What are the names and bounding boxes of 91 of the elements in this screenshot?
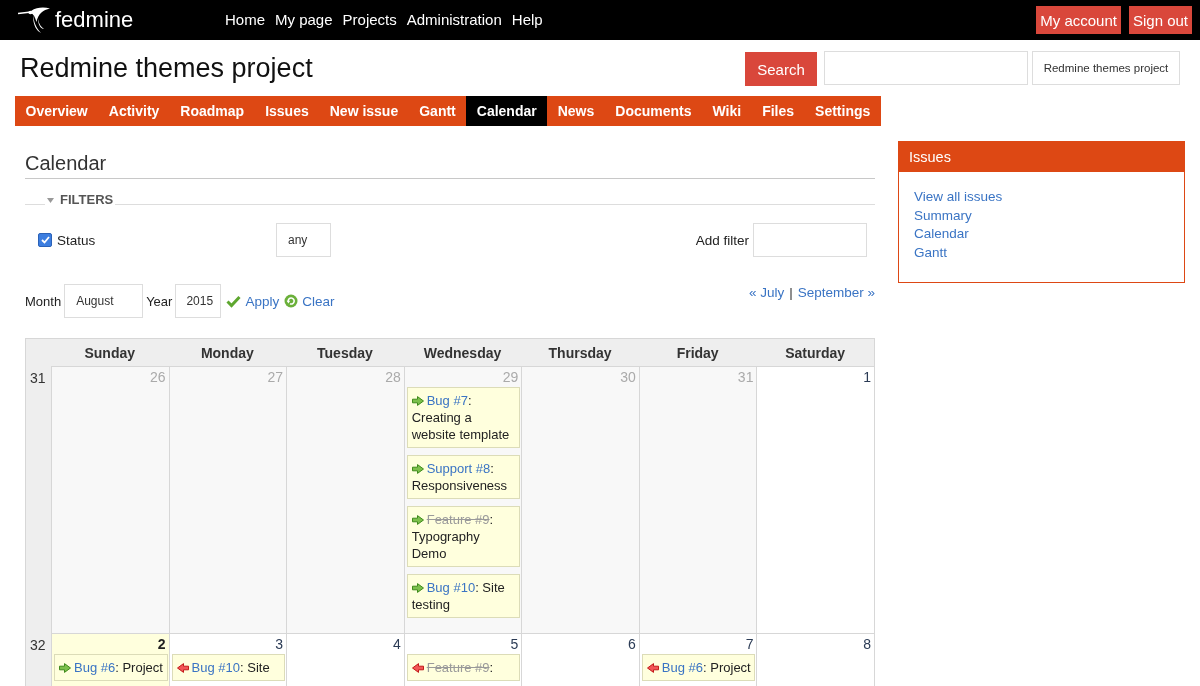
clear-link[interactable]: Clear: [284, 293, 335, 309]
project-tab[interactable]: Activity: [98, 96, 170, 126]
check-icon: [226, 294, 242, 308]
weekday-header: Saturday: [784, 343, 847, 363]
add-filter-select[interactable]: [753, 223, 867, 257]
top-menu-link[interactable]: My page: [275, 10, 333, 30]
page-heading: Calendar: [25, 151, 875, 179]
top-menu-link[interactable]: Home: [225, 10, 265, 30]
project-tab[interactable]: Files: [751, 96, 805, 126]
issue-link[interactable]: Bug #7: [426, 393, 468, 408]
right-arrow-icon: [59, 663, 71, 673]
project-jump-select[interactable]: Redmine themes project: [1032, 51, 1180, 85]
day-number: 31: [737, 369, 754, 385]
issue-text: Bug #6: Project: [59, 660, 163, 675]
month-label: Month: [25, 293, 62, 309]
project-title: Redmine themes project: [20, 52, 313, 84]
next-month-link[interactable]: September »: [797, 285, 875, 300]
filter-label: Status: [57, 232, 96, 248]
weekday-header: Thursday: [547, 343, 613, 363]
issue-text: Bug #7: Creating a website template: [411, 393, 510, 442]
day-number: 26: [150, 369, 166, 385]
right-arrow-icon: [411, 464, 424, 474]
sidebar-link[interactable]: Calendar: [914, 225, 969, 244]
day-number: 6: [628, 636, 636, 652]
operator-select[interactable]: any: [276, 223, 331, 257]
day-number: 1: [863, 369, 871, 385]
day-number: 27: [267, 369, 284, 385]
issue-text: Bug #10: Site testing: [411, 580, 505, 612]
month-select[interactable]: August: [64, 284, 144, 318]
weekday-header: Tuesday: [316, 343, 374, 363]
project-tab[interactable]: Wiki: [702, 96, 752, 126]
day-number: 2: [157, 636, 166, 652]
day-number: 8: [863, 636, 871, 652]
left-arrow-icon: [646, 663, 659, 673]
sidebar-link[interactable]: Summary: [914, 206, 972, 225]
issue-text: Bug #6: Project: [646, 660, 751, 675]
weekday-header: Monday: [199, 343, 255, 363]
issue-text: Feature #9:: [411, 660, 494, 675]
add-filter-label: Add filter: [695, 232, 749, 248]
header-button[interactable]: Sign out: [1128, 6, 1192, 34]
sidebar-heading: Issues: [899, 142, 1184, 172]
year-field[interactable]: 2015: [175, 284, 222, 318]
left-arrow-icon: [411, 663, 424, 673]
top-menu-link[interactable]: Administration: [406, 10, 502, 30]
refresh-icon: [284, 294, 299, 308]
weekday-header: Wednesday: [422, 343, 503, 363]
project-tab[interactable]: Documents: [604, 96, 702, 126]
day-number: 4: [392, 636, 401, 652]
issue-link[interactable]: Feature #9: [426, 512, 490, 527]
project-tab[interactable]: Issues: [254, 96, 320, 126]
project-tab[interactable]: New issue: [319, 96, 409, 126]
day-number: 3: [275, 636, 284, 652]
day-number: 29: [502, 369, 519, 385]
week-number: 31: [30, 370, 46, 386]
issue-link[interactable]: Feature #9: [426, 660, 490, 675]
project-tab[interactable]: News: [547, 96, 605, 126]
project-tab[interactable]: Overview: [15, 96, 99, 126]
sidebar-link[interactable]: Gantt: [914, 243, 948, 262]
top-menu-link[interactable]: Help: [511, 10, 543, 30]
filter-checkbox[interactable]: [38, 233, 52, 247]
issue-text: Bug #10: Site: [176, 660, 270, 675]
search-button[interactable]: Search: [745, 52, 817, 86]
issue-text: Support #8: Responsiveness: [411, 461, 508, 493]
day-number: 5: [510, 636, 519, 652]
search-field[interactable]: [824, 51, 1028, 85]
bird-logo-icon: [18, 7, 50, 33]
weekday-header: Sunday: [83, 343, 137, 363]
right-arrow-icon: [411, 583, 424, 593]
header-button[interactable]: My account: [1036, 6, 1121, 34]
top-menu-link[interactable]: Projects: [342, 10, 397, 30]
year-label: Year: [146, 293, 173, 309]
project-tab[interactable]: Settings: [804, 96, 881, 126]
right-arrow-icon: [411, 396, 424, 406]
logo-text: fedmine: [55, 7, 134, 33]
nav-separator: |: [789, 285, 793, 300]
issue-link[interactable]: Bug #10: [191, 660, 240, 675]
project-tab[interactable]: Calendar: [466, 96, 548, 126]
issue-text: Feature #9: Typography Demo: [411, 512, 494, 561]
apply-link[interactable]: Apply: [226, 293, 280, 309]
left-arrow-icon: [176, 663, 189, 673]
right-arrow-icon: [411, 515, 424, 525]
weekday-header: Friday: [675, 343, 720, 363]
project-tab[interactable]: Roadmap: [169, 96, 255, 126]
filters-toggle[interactable]: FILTERS: [45, 193, 116, 207]
week-number: 32: [30, 637, 46, 653]
sidebar-link[interactable]: View all issues: [914, 188, 1003, 207]
day-number: 7: [745, 636, 754, 652]
previous-month-link[interactable]: « July: [748, 285, 785, 300]
day-number: 28: [385, 369, 401, 385]
day-number: 30: [620, 369, 636, 385]
project-tab[interactable]: Gantt: [408, 96, 467, 126]
